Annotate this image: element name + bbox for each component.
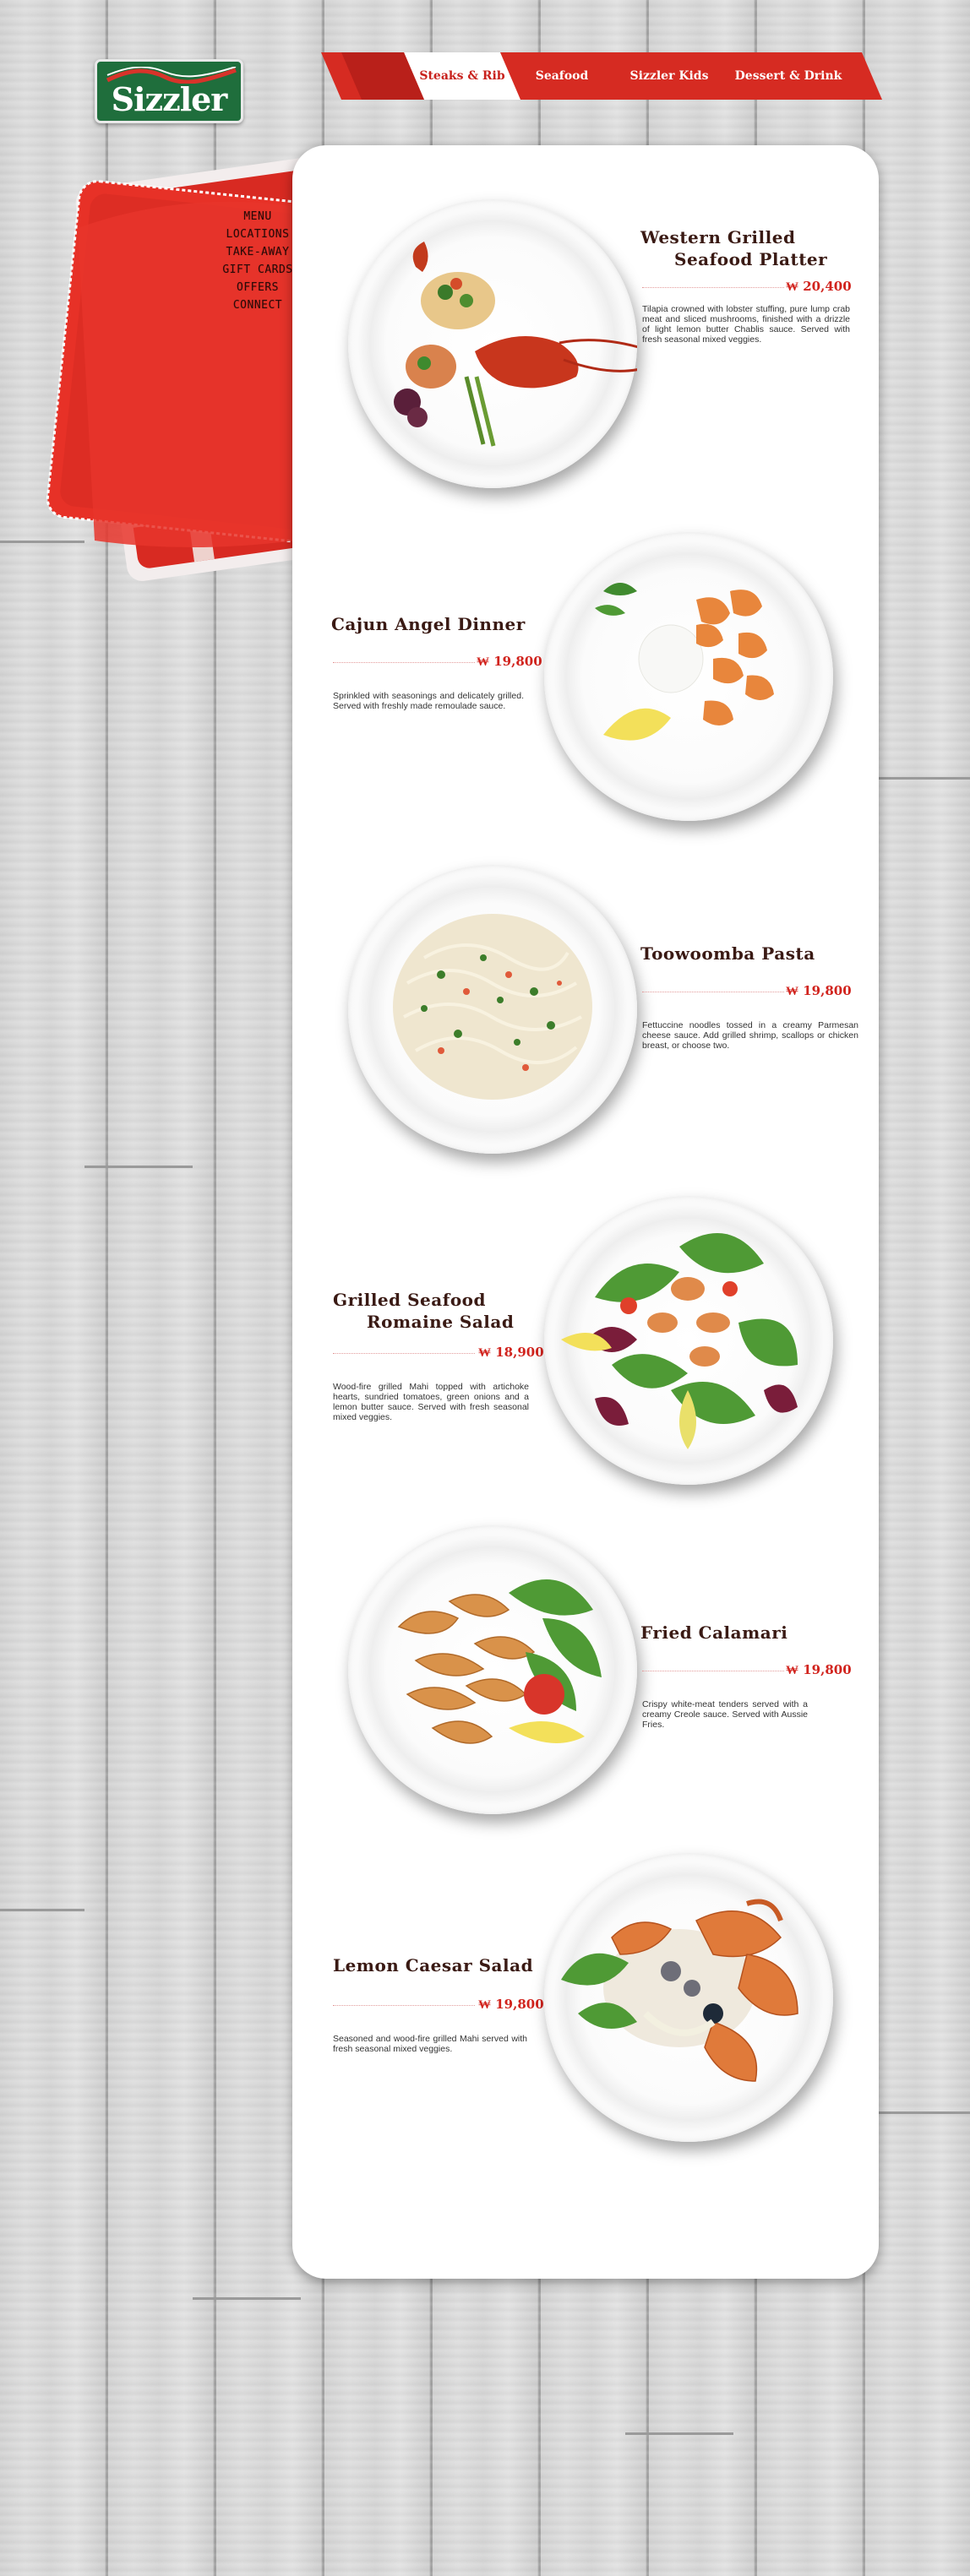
divider	[642, 287, 784, 288]
calamari-icon	[397, 1579, 602, 1744]
dish-description: Wood-fire grilled Mahi topped with artic…	[333, 1382, 529, 1422]
dish-plate[interactable]	[544, 1853, 833, 2142]
divider	[333, 1353, 475, 1354]
logo-text: Sizzler	[111, 80, 228, 118]
shrimp-rice-icon	[595, 583, 774, 741]
nav-sizzler-kids[interactable]: Sizzler Kids	[619, 52, 720, 100]
dish-description: Seasoned and wood-fire grilled Mahi serv…	[333, 2034, 527, 2054]
dish-title: Cajun Angel Dinner	[331, 614, 526, 634]
nav-dessert-drink[interactable]: Dessert & Drink	[725, 52, 852, 100]
plank-joint	[879, 777, 970, 780]
plank-joint	[625, 2432, 733, 2435]
dish-price: ₩ 20,400	[786, 279, 852, 294]
nav-steaks-rib[interactable]: Steaks & Rib	[416, 52, 509, 100]
dish-title: Grilled Seafood Romaine Salad	[333, 1290, 515, 1332]
dish-description: Fettuccine noodles tossed in a creamy Pa…	[642, 1020, 858, 1051]
lobster-platter-icon	[394, 242, 637, 447]
dish-title: Fried Calamari	[640, 1622, 788, 1643]
dish-title: Toowoomba Pasta	[640, 943, 815, 964]
dish-price: ₩ 18,900	[478, 1345, 544, 1360]
divider	[333, 662, 475, 663]
dish-description: Tilapia crowned with lobster stuffing, p…	[642, 304, 850, 345]
dish-price: ₩ 19,800	[478, 1997, 544, 2012]
dish-title: Lemon Caesar Salad	[333, 1955, 534, 1975]
dish-description: Crispy white-meat tenders served with a …	[642, 1699, 808, 1730]
top-navigation: Steaks & Rib Seafood Sizzler Kids Desser…	[321, 52, 882, 100]
seafood-salad-icon	[561, 1233, 798, 1449]
dish-price: ₩ 19,800	[786, 983, 852, 998]
dish-plate[interactable]	[348, 1525, 637, 1814]
pasta-icon	[393, 914, 592, 1100]
nav-seafood[interactable]: Seafood	[515, 52, 608, 100]
dish-price: ₩ 19,800	[786, 1662, 852, 1677]
plank-joint	[879, 2111, 970, 2114]
dish-plate[interactable]	[348, 199, 637, 488]
plank-joint	[0, 1909, 84, 1911]
dish-title: Western Grilled Seafood Platter	[640, 227, 828, 269]
dish-plate[interactable]	[544, 532, 833, 821]
dish-price: ₩ 19,800	[477, 654, 542, 669]
divider	[333, 2005, 475, 2006]
sizzler-logo[interactable]: Sizzler	[95, 59, 243, 123]
plank-joint	[193, 2297, 301, 2300]
dish-plate[interactable]	[348, 865, 637, 1154]
dish-description: Sprinkled with seasonings and delicately…	[333, 691, 524, 711]
dish-plate[interactable]	[544, 1196, 833, 1485]
crab-salad-icon	[561, 1899, 798, 2082]
plank-joint	[84, 1166, 193, 1168]
